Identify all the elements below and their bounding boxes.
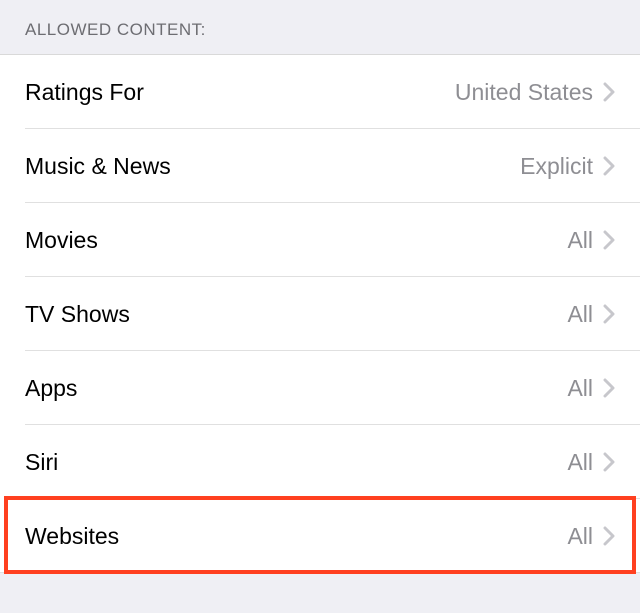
section-header: Allowed Content: [0,0,640,54]
chevron-right-icon [603,304,615,324]
row-value: Explicit [520,153,593,180]
chevron-right-icon [603,526,615,546]
row-movies[interactable]: Movies All [0,203,640,277]
row-label: Ratings For [25,79,144,106]
row-right: All [567,523,615,550]
row-label: Websites [25,523,119,550]
row-value: All [567,523,593,550]
row-label: Siri [25,449,58,476]
row-ratings-for[interactable]: Ratings For United States [0,55,640,129]
row-right: All [567,227,615,254]
chevron-right-icon [603,230,615,250]
chevron-right-icon [603,452,615,472]
row-value: All [567,375,593,402]
row-value: All [567,301,593,328]
row-siri[interactable]: Siri All [0,425,640,499]
chevron-right-icon [603,378,615,398]
row-right: United States [455,79,615,106]
row-value: All [567,227,593,254]
row-music-news[interactable]: Music & News Explicit [0,129,640,203]
row-apps[interactable]: Apps All [0,351,640,425]
row-value: United States [455,79,593,106]
row-label: TV Shows [25,301,130,328]
row-label: Music & News [25,153,171,180]
row-right: Explicit [520,153,615,180]
chevron-right-icon [603,156,615,176]
settings-list: Ratings For United States Music & News Expl… [0,54,640,573]
row-label: Movies [25,227,98,254]
chevron-right-icon [603,82,615,102]
row-value: All [567,449,593,476]
row-tv-shows[interactable]: TV Shows All [0,277,640,351]
row-right: All [567,375,615,402]
row-right: All [567,301,615,328]
row-right: All [567,449,615,476]
row-websites[interactable]: Websites All [0,499,640,573]
row-label: Apps [25,375,77,402]
